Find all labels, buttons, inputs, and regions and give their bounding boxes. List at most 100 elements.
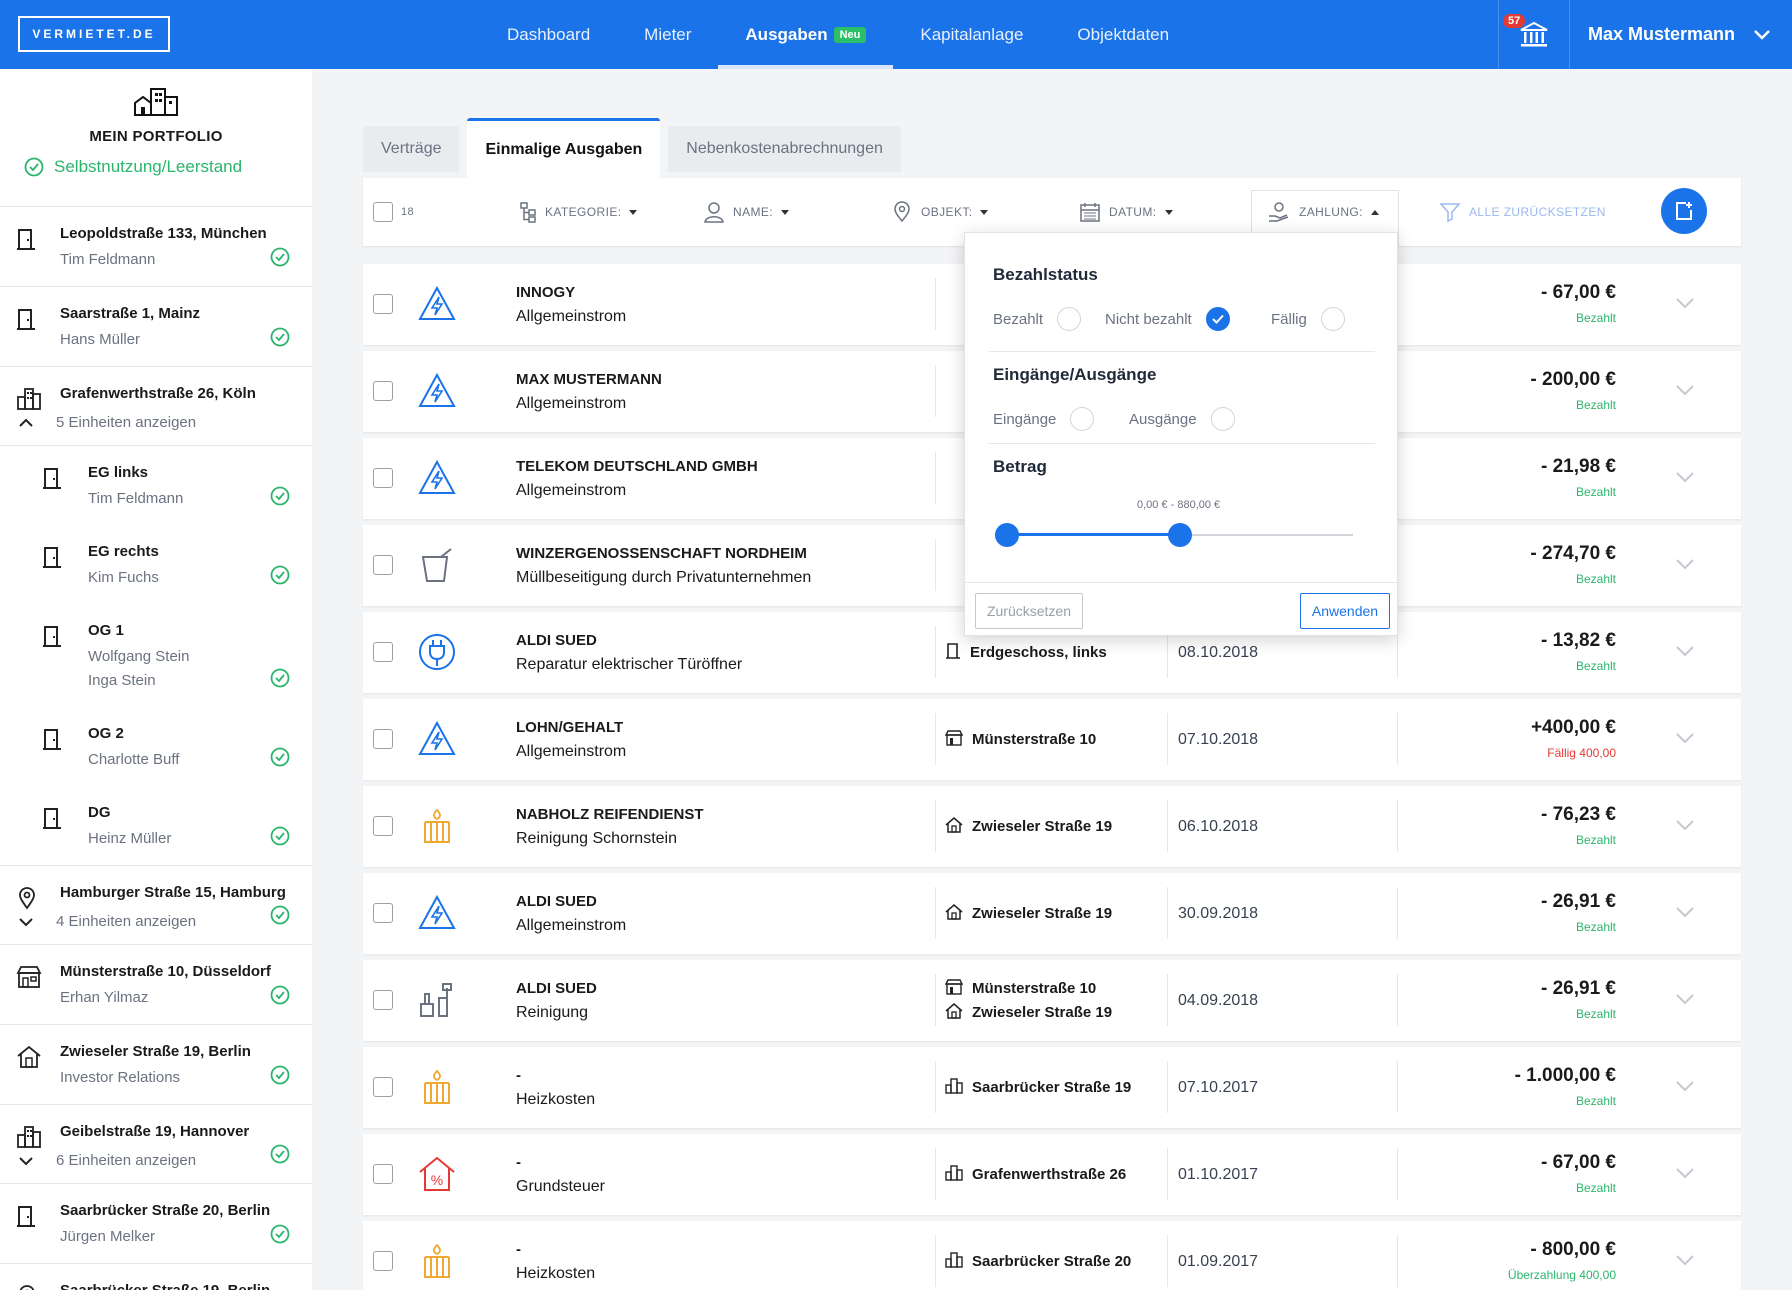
expense-row[interactable]: LOHN/GEHALT Allgemeinstrom Münsterstraße 1…	[363, 699, 1741, 780]
row-checkbox[interactable]	[373, 1164, 393, 1184]
reset-all-filters[interactable]: ALLE ZURÜCKSETZEN	[1439, 178, 1606, 246]
divider	[935, 800, 936, 852]
payment-hand-icon	[1269, 202, 1289, 222]
row-checkbox[interactable]	[373, 381, 393, 401]
filter-label: ZAHLUNG:	[1299, 205, 1363, 219]
select-all-checkbox[interactable]	[373, 202, 393, 222]
expand-row-button[interactable]	[1675, 1079, 1695, 1097]
sidebar-unit-item[interactable]: OG 2 Charlotte Buff	[0, 707, 312, 786]
expand-row-button[interactable]	[1675, 557, 1695, 575]
radio-faellig[interactable]	[1320, 307, 1345, 331]
sidebar-unit-item[interactable]: DG Heinz Müller	[0, 786, 312, 866]
expand-row-button[interactable]	[1675, 644, 1695, 662]
nav-item-kapitalanlage[interactable]: Kapitalanlage	[893, 0, 1050, 69]
option-faellig[interactable]: Fällig	[1271, 307, 1345, 331]
radio-ausgaenge[interactable]	[1210, 407, 1235, 431]
tab-nebenkostenabrechnungen[interactable]: Nebenkostenabrechnungen	[668, 126, 901, 172]
sidebar-unit-item[interactable]: EG rechts Kim Fuchs	[0, 525, 312, 604]
popup-apply-button[interactable]: Anwenden	[1300, 593, 1390, 629]
row-checkbox[interactable]	[373, 642, 393, 662]
row-checkbox[interactable]	[373, 468, 393, 488]
object-link[interactable]: Münsterstraße 10	[944, 729, 1096, 750]
filter-kategorie[interactable]: KATEGORIE:	[519, 178, 638, 246]
row-checkbox[interactable]	[373, 1077, 393, 1097]
sidebar-property-item[interactable]: Hamburger Straße 15, Hamburg 4 Einheiten …	[0, 866, 312, 945]
object-link[interactable]: Zwieseler Straße 19	[945, 903, 1112, 924]
user-menu[interactable]: Max Mustermann	[1588, 0, 1771, 69]
row-checkbox[interactable]	[373, 294, 393, 314]
row-checkbox[interactable]	[373, 1251, 393, 1271]
range-max-handle[interactable]	[1168, 523, 1192, 547]
row-checkbox[interactable]	[373, 555, 393, 575]
expense-row[interactable]: NABHOLZ REIFENDIENST Reinigung Schornstei…	[363, 786, 1741, 867]
object-link[interactable]: Saarbrücker Straße 19	[945, 1077, 1131, 1098]
vendor-name: ALDI SUED	[516, 980, 597, 997]
radio-eingaenge[interactable]	[1070, 407, 1095, 431]
sidebar-property-item[interactable]: Grafenwerthstraße 26, Köln 5 Einheiten an…	[0, 367, 312, 446]
row-checkbox[interactable]	[373, 816, 393, 836]
select-all[interactable]: 18	[373, 178, 414, 246]
range-min-handle[interactable]	[995, 523, 1019, 547]
object-name: Zwieseler Straße 19	[972, 818, 1113, 835]
brand-logo[interactable]: VERMIETET.DE	[18, 16, 170, 52]
expand-row-button[interactable]	[1675, 383, 1695, 401]
nav-item-ausgaben[interactable]: Ausgaben Neu	[718, 0, 894, 69]
popup-footer-divider	[965, 582, 1397, 583]
sidebar-unit-item[interactable]: OG 1 Wolfgang Stein Inga Stein	[0, 604, 312, 707]
divider	[935, 1061, 936, 1113]
object-link[interactable]: Erdgeschoss, links	[945, 642, 1107, 664]
sidebar-property-item[interactable]: Leopoldstraße 133, München Tim Feldmann	[0, 207, 312, 287]
notification-count[interactable]: 57	[1503, 14, 1526, 28]
house-icon	[945, 903, 963, 924]
row-checkbox[interactable]	[373, 990, 393, 1010]
expand-row-button[interactable]	[1675, 992, 1695, 1010]
option-bezahlt[interactable]: Bezahlt	[993, 307, 1082, 331]
expense-row[interactable]: ALDI SUED Allgemeinstrom Zwieseler Straße …	[363, 873, 1741, 954]
expand-row-button[interactable]	[1675, 818, 1695, 836]
units-toggle[interactable]: 6 Einheiten anzeigen	[18, 1152, 312, 1169]
expense-row[interactable]: - Heizkosten Saarbrücker Straße 19 07.10.20…	[363, 1047, 1741, 1128]
radio-bezahlt[interactable]	[1057, 307, 1082, 331]
units-toggle[interactable]: 4 Einheiten anzeigen	[18, 913, 312, 930]
radio-nicht-bezahlt[interactable]	[1205, 307, 1230, 331]
expense-row[interactable]: ALDI SUED Reinigung Münsterstraße 10 Zwiese…	[363, 960, 1741, 1041]
units-toggle[interactable]: 5 Einheiten anzeigen	[18, 414, 312, 431]
nav-item-mieter[interactable]: Mieter	[617, 0, 718, 69]
option-eingaenge[interactable]: Eingänge	[993, 407, 1095, 431]
nav-item-dashboard[interactable]: Dashboard	[480, 0, 617, 69]
tab-vertraege[interactable]: Verträge	[363, 126, 460, 172]
expand-row-button[interactable]	[1675, 296, 1695, 314]
nav-item-objektdaten[interactable]: Objektdaten	[1050, 0, 1196, 69]
object-link[interactable]: Grafenwerthstraße 26	[945, 1164, 1126, 1185]
chevron-down-icon	[1754, 29, 1770, 40]
object-link[interactable]: Münsterstraße 10	[944, 978, 1112, 999]
option-ausgaenge[interactable]: Ausgänge	[1129, 407, 1235, 431]
option-nicht-bezahlt[interactable]: Nicht bezahlt	[1105, 307, 1230, 331]
expand-row-button[interactable]	[1675, 731, 1695, 749]
object-link[interactable]: Zwieseler Straße 19	[945, 1002, 1112, 1023]
bank-button[interactable]	[1498, 0, 1570, 69]
row-checkbox[interactable]	[373, 729, 393, 749]
object-link[interactable]: Saarbrücker Straße 20	[945, 1251, 1131, 1272]
expense-row[interactable]: % - Grundsteuer Grafenwerthstraße 26 01.10.2…	[363, 1134, 1741, 1215]
filter-name[interactable]: NAME:	[703, 178, 790, 246]
tab-einmalige-ausgaben[interactable]: Einmalige Ausgaben	[467, 118, 661, 178]
expand-row-button[interactable]	[1675, 1253, 1695, 1271]
self-use-item[interactable]: Selbstnutzung/Leerstand	[24, 157, 312, 177]
check-circle-icon	[24, 157, 44, 177]
add-expense-button[interactable]	[1661, 188, 1707, 234]
sidebar-property-item[interactable]: Saarbrücker Straße 19, Berlin	[0, 1264, 312, 1290]
sidebar-property-item[interactable]: Zwieseler Straße 19, Berlin Investor Rela…	[0, 1025, 312, 1105]
object-link[interactable]: Zwieseler Straße 19	[945, 816, 1113, 837]
expand-row-button[interactable]	[1675, 905, 1695, 923]
row-checkbox[interactable]	[373, 903, 393, 923]
expense-row[interactable]: - Heizkosten Saarbrücker Straße 20 01.09.20…	[363, 1221, 1741, 1290]
sidebar-property-item[interactable]: Saarstraße 1, Mainz Hans Müller	[0, 287, 312, 367]
sidebar-property-item[interactable]: Münsterstraße 10, Düsseldorf Erhan Yilmaz	[0, 945, 312, 1025]
expand-row-button[interactable]	[1675, 470, 1695, 488]
sidebar-property-item[interactable]: Saarbrücker Straße 20, Berlin Jürgen Melk…	[0, 1184, 312, 1264]
expand-row-button[interactable]	[1675, 1166, 1695, 1184]
sidebar-unit-item[interactable]: EG links Tim Feldmann	[0, 446, 312, 525]
popup-reset-button[interactable]: Zurücksetzen	[975, 593, 1083, 629]
sidebar-property-item[interactable]: Geibelstraße 19, Hannover 6 Einheiten anz…	[0, 1105, 312, 1184]
